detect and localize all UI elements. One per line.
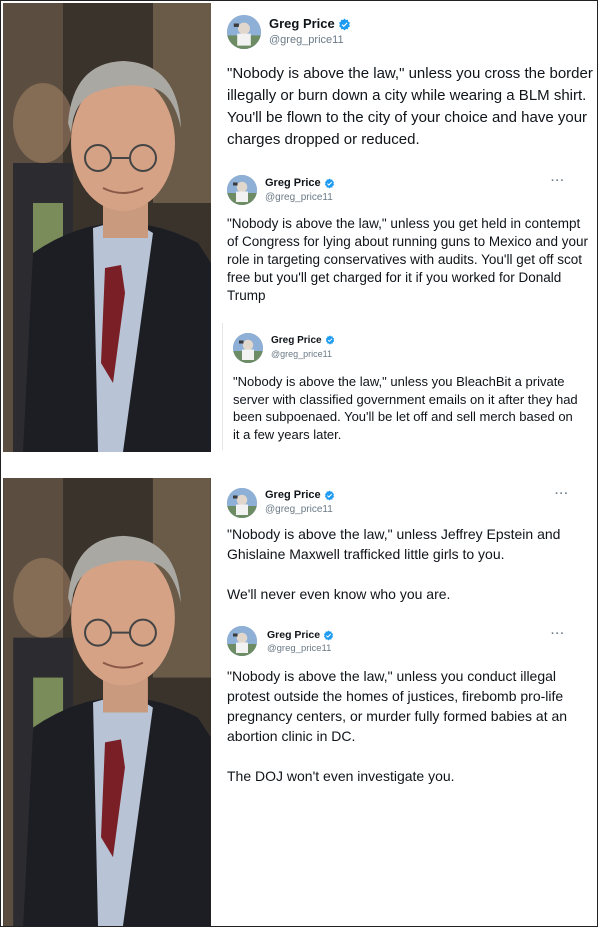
verified-icon xyxy=(324,490,335,501)
tweet-text: "Nobody is above the law," unless you co… xyxy=(227,668,568,784)
verified-icon xyxy=(338,18,351,31)
more-options-icon[interactable]: ··· xyxy=(551,175,565,187)
tweet-text: "Nobody is above the law," unless you cr… xyxy=(227,65,593,148)
more-options-icon[interactable]: ··· xyxy=(555,488,569,500)
tweet-text: "Nobody is above the law," unless Jeffre… xyxy=(227,526,561,602)
author-handle: @greg_price11 xyxy=(269,34,344,46)
author-handle: @greg_price11 xyxy=(265,504,333,515)
tweet-text: "Nobody is above the law," unless you ge… xyxy=(227,216,588,303)
avatar[interactable] xyxy=(227,488,257,518)
more-options-icon[interactable]: ··· xyxy=(551,628,565,640)
author-name[interactable]: Greg Price xyxy=(271,335,335,346)
verified-icon xyxy=(323,630,334,641)
author-handle: @greg_price11 xyxy=(267,643,332,654)
author-name[interactable]: Greg Price xyxy=(269,16,351,31)
author-name[interactable]: Greg Price xyxy=(265,489,335,501)
verified-icon xyxy=(324,178,335,189)
avatar[interactable] xyxy=(233,333,263,363)
verified-icon xyxy=(325,335,335,345)
author-name[interactable]: Greg Price xyxy=(265,177,335,189)
tweet-1[interactable]: Greg Price @greg_price11 "Nobody is abov… xyxy=(211,3,597,173)
avatar[interactable] xyxy=(227,175,257,205)
tweet-4[interactable]: Greg Price @greg_price11 ··· "Nobody is … xyxy=(211,478,597,618)
section-separator xyxy=(3,452,597,478)
tweet-5[interactable]: Greg Price @greg_price11 ··· "Nobody is … xyxy=(211,618,597,793)
author-handle: @greg_price11 xyxy=(271,349,333,359)
tweet-2[interactable]: Greg Price @greg_price11 ··· "Nobody is … xyxy=(211,173,597,323)
tweet-3[interactable]: Greg Price @greg_price11 "Nobody is abov… xyxy=(222,323,581,450)
tweet-text: "Nobody is above the law," unless you Bl… xyxy=(233,374,578,442)
portrait-photo-top xyxy=(3,3,211,452)
avatar[interactable] xyxy=(227,626,257,656)
portrait-photo-bottom xyxy=(3,478,211,926)
avatar[interactable] xyxy=(227,15,261,49)
author-name[interactable]: Greg Price xyxy=(267,629,334,641)
author-handle: @greg_price11 xyxy=(265,192,333,203)
